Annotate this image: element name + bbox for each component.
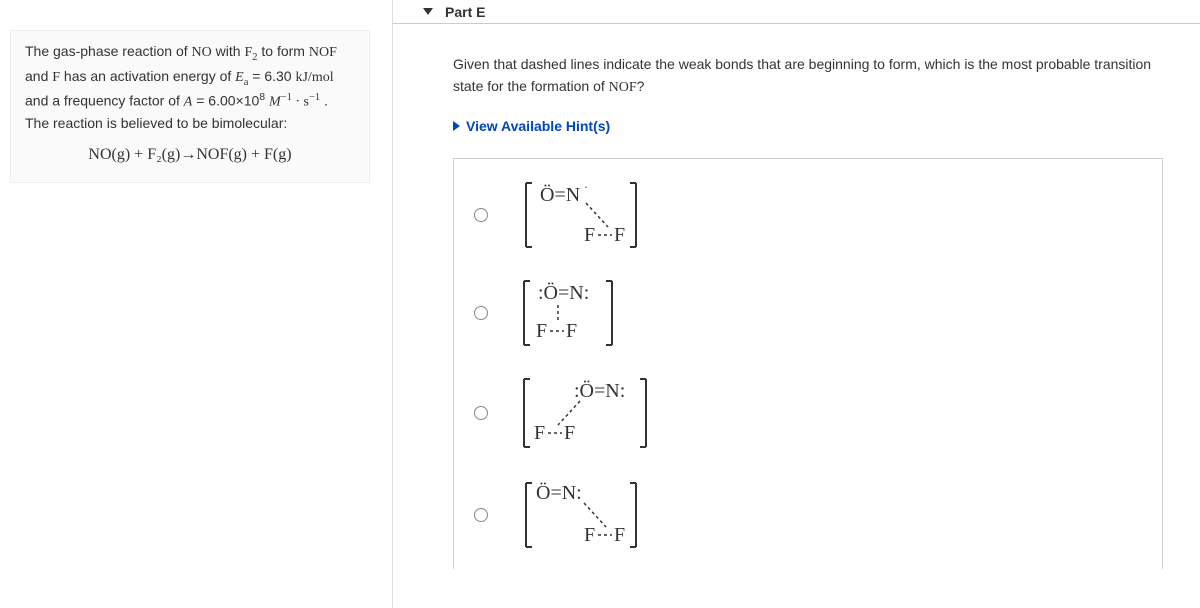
text: and — [25, 68, 52, 84]
text: = 6.00×10 — [192, 93, 259, 109]
caret-down-icon — [423, 8, 433, 15]
svg-text::Ö=N:: :Ö=N: — [538, 281, 589, 304]
option-a[interactable]: Ö=N · F F — [454, 169, 1162, 269]
chem-NOF: NOF — [609, 80, 637, 95]
option-c[interactable]: :Ö=N: F F — [454, 365, 1162, 469]
radio-b[interactable] — [474, 306, 488, 320]
chem-F: F — [52, 70, 60, 85]
option-b[interactable]: :Ö=N: F F — [454, 269, 1162, 365]
unit-kjmol: kJ/mol — [295, 70, 333, 85]
problem-statement-panel: The gas-phase reaction of NO with F2 to … — [10, 30, 370, 183]
var-Ea: E — [235, 70, 244, 85]
text: The gas-phase reaction of — [25, 43, 192, 59]
text: · — [292, 95, 304, 110]
svg-text:F: F — [614, 524, 625, 546]
text: has an activation energy of — [60, 68, 235, 84]
structure-d: Ö=N: F F — [506, 475, 646, 555]
text: ? — [637, 78, 645, 94]
hints-label: View Available Hint(s) — [466, 118, 610, 134]
structure-b: :Ö=N: F F — [506, 275, 626, 351]
question-panel: Given that dashed lines indicate the wea… — [393, 24, 1200, 608]
reaction-equation: NO(g) + F₂(g)→NOF(g) + F(g) — [25, 146, 355, 164]
svg-text:F: F — [536, 320, 547, 342]
structure-c: :Ö=N: F F — [506, 371, 656, 455]
problem-text: The gas-phase reaction of NO with F2 to … — [25, 41, 355, 134]
part-header[interactable]: Part E — [393, 0, 1200, 24]
svg-text:Ö=N: Ö=N — [540, 183, 580, 206]
unit-M: M — [269, 95, 281, 110]
text: to form — [258, 43, 309, 59]
chem-NO: NO — [192, 45, 212, 60]
radio-d[interactable] — [474, 508, 488, 522]
part-title: Part E — [445, 4, 485, 20]
chem-NOF: NOF — [309, 45, 337, 60]
radio-c[interactable] — [474, 406, 488, 420]
caret-right-icon — [453, 121, 460, 131]
view-hints-button[interactable]: View Available Hint(s) — [453, 118, 1180, 134]
text: and a frequency factor of — [25, 93, 184, 109]
text: Given that dashed lines indicate the wea… — [453, 56, 1151, 94]
svg-text:F: F — [566, 320, 577, 342]
radio-a[interactable] — [474, 208, 488, 222]
svg-text:Ö=N:: Ö=N: — [536, 481, 582, 504]
sup: −1 — [281, 92, 292, 103]
sup: −1 — [309, 92, 320, 103]
svg-text:F: F — [584, 224, 595, 246]
svg-text:·: · — [584, 180, 588, 194]
svg-text::Ö=N:: :Ö=N: — [574, 379, 625, 402]
svg-text:F: F — [564, 422, 575, 444]
structure-a: Ö=N · F F — [506, 175, 646, 255]
sup: 8 — [259, 91, 265, 103]
question-text: Given that dashed lines indicate the wea… — [453, 54, 1180, 98]
answer-options: Ö=N · F F :Ö=N: — [453, 158, 1163, 569]
svg-text:F: F — [584, 524, 595, 546]
text: with — [212, 43, 245, 59]
svg-text:F: F — [534, 422, 545, 444]
text: = 6.30 — [248, 68, 295, 84]
option-d[interactable]: Ö=N: F F — [454, 469, 1162, 569]
svg-text:F: F — [614, 224, 625, 246]
